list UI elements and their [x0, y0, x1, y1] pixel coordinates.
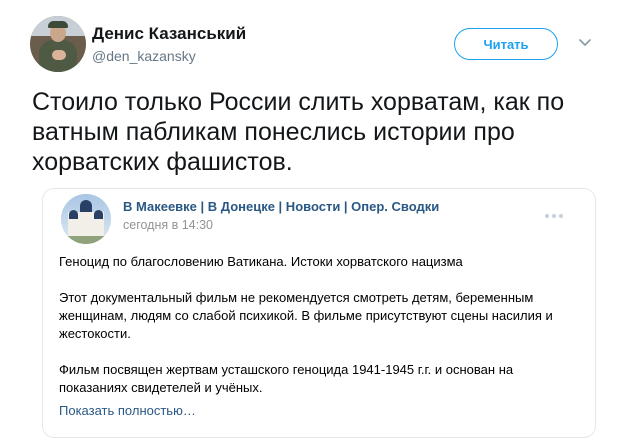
author-handle[interactable]: @den_kazansky: [92, 48, 196, 64]
post-timestamp[interactable]: сегодня в 14:30: [123, 218, 213, 232]
post-paragraph-title: Геноцид по благословению Ватикана. Исток…: [59, 254, 463, 269]
post-body: Геноцид по благословению Ватикана. Исток…: [59, 253, 579, 415]
group-name-link[interactable]: В Макеевке | В Донецке | Новости | Опер.…: [123, 199, 439, 214]
author-avatar[interactable]: [30, 16, 86, 72]
show-more-link[interactable]: Показать полностью…: [59, 403, 196, 418]
embedded-post-card[interactable]: В Макеевке | В Донецке | Новости | Опер.…: [42, 188, 596, 438]
follow-button[interactable]: Читать: [454, 28, 558, 60]
tweet-text: Стоило только России слить хорватам, как…: [32, 88, 565, 176]
group-avatar[interactable]: [61, 194, 111, 244]
chevron-down-icon[interactable]: [578, 38, 592, 48]
post-paragraph-description: Фильм посвящен жертвам усташского геноци…: [59, 362, 514, 395]
more-options-icon[interactable]: [545, 205, 569, 218]
post-paragraph-warning: Этот документальный фильм не рекомендует…: [59, 290, 553, 341]
author-display-name[interactable]: Денис Казанський: [92, 24, 246, 44]
